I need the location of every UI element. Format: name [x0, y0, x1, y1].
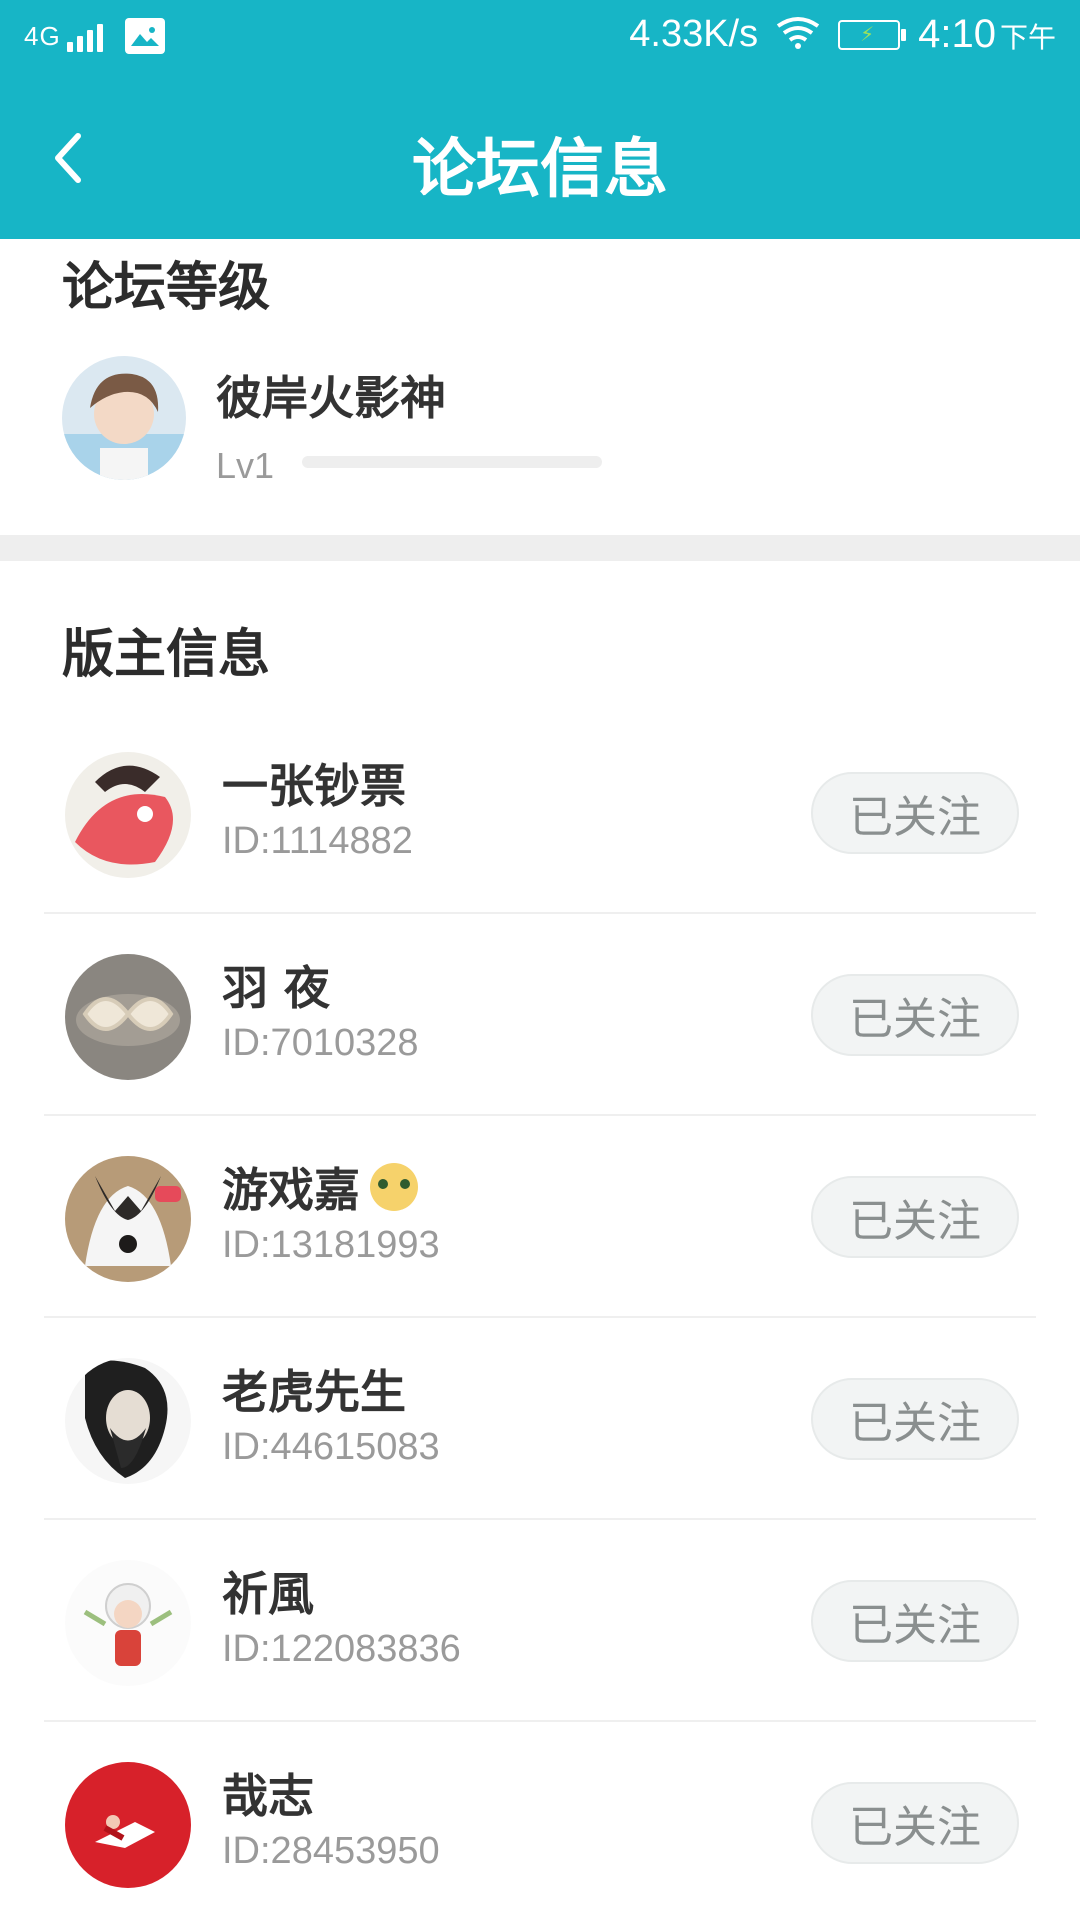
followed-button[interactable]: 已关注 — [811, 1782, 1019, 1864]
network-speed: 4.33K/s — [629, 13, 759, 55]
emoji-badge-icon — [370, 1163, 418, 1211]
moderator-avatar[interactable] — [65, 1560, 191, 1686]
moderator-name: 祈風 — [222, 1567, 314, 1621]
moderator-name: 游戏嘉 — [222, 1154, 418, 1220]
moderators-title: 版主信息 — [62, 625, 271, 685]
moderator-row[interactable]: 羽 夜 ID:7010328 已关注 — [0, 914, 1080, 1116]
followed-button[interactable]: 已关注 — [811, 1378, 1019, 1460]
followed-button[interactable]: 已关注 — [811, 1580, 1019, 1662]
signal-icon — [66, 23, 103, 52]
moderator-name: 一张钞票 — [222, 759, 406, 813]
ampm: 下午 — [999, 21, 1056, 54]
moderator-avatar[interactable] — [65, 1762, 191, 1888]
user-name: 彼岸火影神 — [216, 371, 446, 425]
clock: 4:10 — [918, 12, 996, 56]
network-label: 4G — [24, 20, 61, 51]
moderator-avatar[interactable] — [65, 752, 191, 878]
moderator-id: ID:44615083 — [222, 1426, 440, 1468]
followed-button[interactable]: 已关注 — [811, 772, 1019, 854]
moderator-id: ID:28453950 — [222, 1830, 440, 1872]
section-divider — [0, 535, 1080, 561]
moderator-row[interactable]: 老虎先生 ID:44615083 已关注 — [0, 1318, 1080, 1520]
moderator-avatar[interactable] — [65, 1358, 191, 1484]
moderator-id: ID:7010328 — [222, 1022, 419, 1064]
moderator-id: ID:13181993 — [222, 1224, 440, 1266]
image-icon — [124, 18, 165, 54]
moderator-name: 羽 夜 — [222, 961, 331, 1015]
moderator-name: 老虎先生 — [222, 1365, 406, 1419]
moderator-id: ID:1114882 — [222, 820, 413, 862]
user-avatar[interactable] — [62, 356, 186, 480]
moderator-avatar[interactable] — [65, 1156, 191, 1282]
level-label: Lv1 — [216, 445, 275, 486]
wifi-icon — [776, 16, 820, 54]
page-title: 论坛信息 — [412, 133, 668, 207]
moderator-name: 哉志 — [222, 1769, 314, 1823]
network-indicator: 4G — [24, 21, 103, 52]
moderator-row[interactable]: 游戏嘉 ID:13181993 已关注 — [0, 1116, 1080, 1318]
followed-button[interactable]: 已关注 — [811, 974, 1019, 1056]
followed-button[interactable]: 已关注 — [811, 1176, 1019, 1258]
moderator-row[interactable]: 祈風 ID:122083836 已关注 — [0, 1520, 1080, 1722]
status-bar: 4G 4.33K/s ⚡ 4:10 下午 — [0, 0, 1080, 80]
app-header: 4G 4.33K/s ⚡ 4:10 下午 论坛信息 — [0, 0, 1080, 239]
battery-charging-icon: ⚡ — [838, 19, 907, 50]
moderator-row[interactable]: 一张钞票 ID:1114882 已关注 — [0, 712, 1080, 914]
moderator-id: ID:122083836 — [222, 1628, 461, 1670]
moderator-avatar[interactable] — [65, 954, 191, 1080]
moderator-row[interactable]: 哉志 ID:28453950 已关注 — [0, 1722, 1080, 1920]
navigation-bar: 论坛信息 — [0, 90, 1080, 220]
forum-level-title: 论坛等级 — [62, 258, 271, 318]
level-progress-bar — [302, 456, 602, 468]
